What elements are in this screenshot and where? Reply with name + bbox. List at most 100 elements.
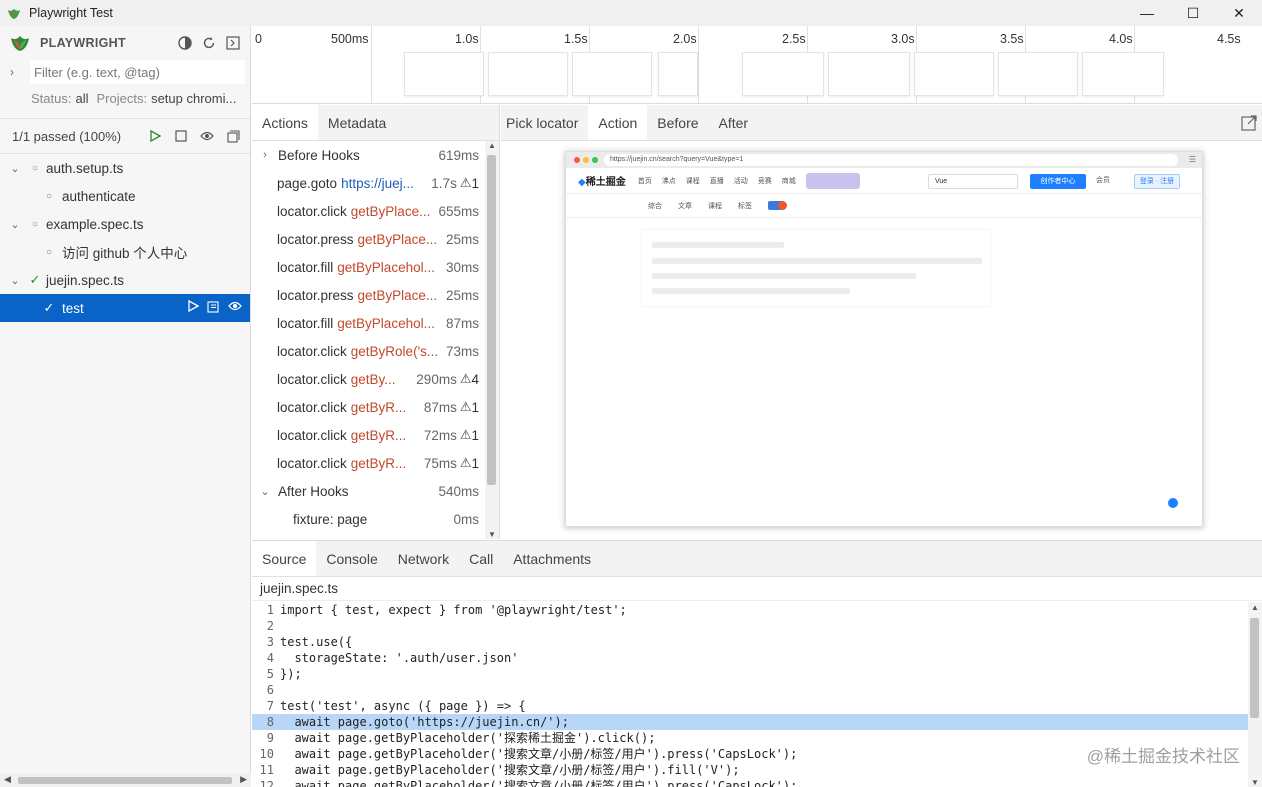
test-sidebar: PLAYWRIGHT › Status: all Projects: setup… bbox=[0, 26, 251, 787]
tab-after[interactable]: After bbox=[709, 105, 759, 140]
timeline-screenshot[interactable] bbox=[742, 52, 824, 96]
scroll-down-icon[interactable]: ▼ bbox=[1251, 778, 1259, 787]
tree-item-auth-setup[interactable]: ⌄ ○ auth.setup.ts bbox=[0, 154, 250, 182]
status-circle-icon: ○ bbox=[31, 218, 39, 230]
chevron-right-icon[interactable]: › bbox=[252, 149, 278, 161]
tab-attachments[interactable]: Attachments bbox=[503, 541, 601, 576]
chevron-right-icon[interactable]: › bbox=[10, 65, 22, 79]
timeline-label: 3.5s bbox=[1000, 32, 1024, 46]
action-item[interactable]: ⌄ After Hooks 540ms bbox=[252, 477, 499, 505]
code-vertical-scrollbar[interactable]: ▲ ▼ bbox=[1248, 602, 1262, 787]
action-item[interactable]: locator.click getByR... 72ms ⚠ 1 bbox=[252, 421, 499, 449]
scrollbar-thumb[interactable] bbox=[1250, 618, 1259, 718]
collapse-all-icon[interactable] bbox=[224, 127, 242, 145]
chevron-down-icon[interactable]: ⌄ bbox=[8, 274, 22, 287]
action-item[interactable]: locator.click getByR... 75ms ⚠ 1 bbox=[252, 449, 499, 477]
timeline-screenshot[interactable] bbox=[998, 52, 1078, 96]
timeline-screenshot[interactable] bbox=[1082, 52, 1164, 96]
status-label: Status: bbox=[31, 90, 72, 106]
scroll-right-icon[interactable]: ▶ bbox=[240, 774, 247, 785]
timeline-screenshot[interactable] bbox=[828, 52, 910, 96]
run-test-icon[interactable] bbox=[188, 299, 200, 316]
timeline-screenshot[interactable] bbox=[488, 52, 568, 96]
action-arg: getByRole('s... bbox=[350, 343, 439, 359]
close-button[interactable]: ✕ bbox=[1216, 0, 1262, 26]
tab-metadata[interactable]: Metadata bbox=[318, 105, 396, 140]
watch-test-icon[interactable] bbox=[228, 300, 242, 316]
timeline-screenshot[interactable] bbox=[404, 52, 484, 96]
code-text: test('test', async ({ page }) => { bbox=[280, 699, 526, 713]
action-item[interactable]: locator.click getBy... 290ms ⚠ 4 bbox=[252, 365, 499, 393]
action-duration: 25ms bbox=[445, 231, 479, 247]
tab-console[interactable]: Console bbox=[316, 541, 387, 576]
action-item[interactable]: locator.click getByRole('s... 73ms bbox=[252, 337, 499, 365]
action-item[interactable]: locator.click getByR... 87ms ⚠ 1 bbox=[252, 393, 499, 421]
action-item[interactable]: page.goto https://juej... 1.7s ⚠ 1 bbox=[252, 169, 499, 197]
chevron-down-icon[interactable]: ⌄ bbox=[8, 218, 22, 231]
line-number: 12 bbox=[259, 779, 274, 787]
minimize-button[interactable]: — bbox=[1124, 0, 1170, 26]
action-duration: 540ms bbox=[438, 483, 479, 499]
timeline[interactable]: 0 500ms 1.0s 1.5s 2.0s 2.5s 3.0s 3.5s 4.… bbox=[252, 26, 1262, 104]
action-name: fixture: page bbox=[293, 511, 368, 527]
maximize-button[interactable]: ☐ bbox=[1170, 0, 1216, 26]
action-arg: getByR... bbox=[350, 455, 407, 471]
reload-icon[interactable] bbox=[200, 34, 218, 52]
scroll-up-icon[interactable]: ▲ bbox=[488, 141, 496, 150]
action-item[interactable]: locator.press getByPlace... 25ms bbox=[252, 225, 499, 253]
actions-vertical-scrollbar[interactable]: ▲ ▼ bbox=[485, 141, 499, 539]
watch-all-icon[interactable] bbox=[198, 127, 216, 145]
chevron-down-icon[interactable]: ⌄ bbox=[252, 485, 278, 498]
run-all-icon[interactable] bbox=[146, 127, 164, 145]
nav-link: 课程 bbox=[685, 177, 700, 185]
filter-input[interactable] bbox=[30, 60, 245, 84]
action-item[interactable]: locator.fill getByPlacehol... 30ms bbox=[252, 253, 499, 281]
tab-call[interactable]: Call bbox=[459, 541, 503, 576]
action-item[interactable]: locator.fill getByPlacehol... 87ms bbox=[252, 309, 499, 337]
scrollbar-thumb[interactable] bbox=[487, 155, 496, 485]
open-source-icon[interactable] bbox=[207, 300, 220, 316]
timeline-screenshot[interactable] bbox=[658, 52, 698, 96]
tab-source[interactable]: Source bbox=[252, 541, 317, 576]
scroll-down-icon[interactable]: ▼ bbox=[488, 530, 496, 539]
action-duration: 87ms bbox=[423, 399, 457, 415]
tree-item-authenticate[interactable]: ○ authenticate bbox=[0, 182, 250, 210]
tree-item-example-spec[interactable]: ⌄ ○ example.spec.ts bbox=[0, 210, 250, 238]
timeline-screenshot[interactable] bbox=[572, 52, 652, 96]
scrollbar-thumb[interactable] bbox=[18, 777, 232, 784]
nav-link: 沸点 bbox=[661, 177, 676, 185]
action-item[interactable]: locator.click getByPlace... 655ms bbox=[252, 197, 499, 225]
sidebar-horizontal-scrollbar[interactable]: ◀ ▶ bbox=[0, 773, 251, 787]
theme-toggle-icon[interactable] bbox=[176, 34, 194, 52]
tree-item-label: auth.setup.ts bbox=[46, 160, 124, 176]
timeline-label: 500ms bbox=[331, 32, 369, 46]
code-text: await page.getByPlaceholder('搜索文章/小册/标签/… bbox=[280, 763, 740, 777]
code-text: await page.getByPlaceholder('探索稀土掘金').cl… bbox=[280, 731, 656, 745]
title-bar: Playwright Test — ☐ ✕ bbox=[0, 0, 1262, 26]
action-arg: getByPlace... bbox=[350, 203, 431, 219]
tree-item-juejin-spec[interactable]: ⌄ ✓ juejin.spec.ts bbox=[0, 266, 250, 294]
toggle-output-icon[interactable] bbox=[224, 34, 242, 52]
scroll-up-icon[interactable]: ▲ bbox=[1251, 603, 1259, 612]
chevron-down-icon[interactable]: ⌄ bbox=[8, 162, 22, 175]
tab-actions[interactable]: Actions bbox=[252, 105, 318, 140]
timeline-screenshot[interactable] bbox=[914, 52, 994, 96]
browser-minimize-dot bbox=[583, 157, 589, 163]
scroll-left-icon[interactable]: ◀ bbox=[4, 774, 11, 785]
open-external-icon[interactable] bbox=[1240, 114, 1258, 132]
snapshot-browser-frame[interactable]: https://juejin.cn/search?query=Vue&type=… bbox=[565, 151, 1203, 527]
action-item[interactable]: locator.press getByPlace... 25ms bbox=[252, 281, 499, 309]
tree-item-test[interactable]: ✓ test bbox=[0, 294, 250, 322]
tree-item-github-profile[interactable]: ○ 访问 github 个人中心 bbox=[0, 238, 250, 266]
tab-before[interactable]: Before bbox=[647, 105, 708, 140]
action-item[interactable]: › Before Hooks 619ms bbox=[252, 141, 499, 169]
action-name: page.goto bbox=[277, 175, 338, 191]
tab-action[interactable]: Action bbox=[588, 105, 648, 140]
pick-locator-button[interactable]: Pick locator bbox=[501, 105, 588, 140]
tab-network[interactable]: Network bbox=[388, 541, 459, 576]
action-item[interactable]: fixture: page 0ms bbox=[252, 505, 499, 533]
warning-icon: ⚠ bbox=[459, 399, 472, 414]
tree-item-label: authenticate bbox=[62, 188, 136, 204]
status-row[interactable]: Status: all Projects: setup chromi... bbox=[0, 85, 250, 111]
stop-icon[interactable] bbox=[172, 127, 190, 145]
